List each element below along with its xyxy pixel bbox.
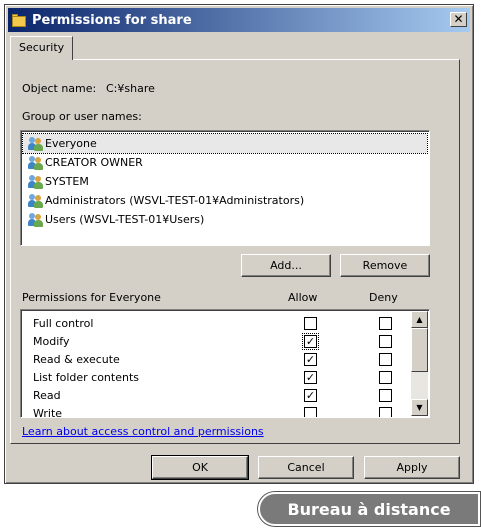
allow-checkbox[interactable]: ✓ [302,333,319,350]
permissions-header: Permissions for Everyone [22,291,161,304]
user-name: SYSTEM [45,175,89,188]
user-name: Administrators (WSVL-TEST-01¥Administrat… [45,194,305,207]
perm-name: Modify [33,335,70,348]
deny-checkbox[interactable] [379,371,392,384]
title-bar[interactable]: Permissions for share ✕ [8,8,470,32]
allow-checkbox[interactable]: ✓ [304,389,317,402]
tab-security[interactable]: Security [10,36,74,60]
permissions-list: Full control Modify ✓ Read & execute ✓ L… [20,309,430,418]
users-icon [28,136,43,151]
deny-checkbox[interactable] [379,317,392,330]
user-name: CREATOR OWNER [45,156,143,169]
perm-name: Full control [33,317,94,330]
user-list[interactable]: Everyone CREATOR OWNER SYSTEM Administra… [20,130,430,246]
user-name: Users (WSVL-TEST-01¥Users) [45,213,205,226]
user-row-administrators[interactable]: Administrators (WSVL-TEST-01¥Administrat… [23,191,427,210]
perm-row-write: Write [21,405,406,418]
user-row-creator-owner[interactable]: CREATOR OWNER [23,153,427,172]
cancel-button[interactable]: Cancel [258,456,354,479]
permissions-scrollbar[interactable]: ▲ ▼ [411,311,428,416]
ok-button[interactable]: OK [151,455,249,480]
deny-checkbox[interactable] [379,335,392,348]
remove-button[interactable]: Remove [340,254,430,277]
users-icon [28,193,43,208]
perm-row-read: Read ✓ [21,387,406,405]
allow-column-label: Allow [288,291,318,304]
user-row-system[interactable]: SYSTEM [23,172,427,191]
allow-checkbox[interactable] [304,407,317,417]
user-row-everyone[interactable]: Everyone [22,133,428,154]
window-title: Permissions for share [32,12,192,28]
perm-row-read-execute: Read & execute ✓ [21,351,406,369]
perm-row-full-control: Full control [21,315,406,333]
access-control-help-link[interactable]: Learn about access control and permissio… [22,425,264,438]
perm-name: Read [33,389,61,402]
allow-checkbox[interactable]: ✓ [304,371,317,384]
perm-name: Write [33,407,63,418]
scroll-down-icon[interactable]: ▼ [411,399,428,416]
allow-checkbox[interactable] [304,317,317,330]
allow-checkbox[interactable]: ✓ [304,353,317,366]
perm-row-list-folder: List folder contents ✓ [21,369,406,387]
user-row-users[interactable]: Users (WSVL-TEST-01¥Users) [23,210,427,229]
deny-checkbox[interactable] [379,389,392,402]
user-name: Everyone [45,137,97,150]
deny-checkbox[interactable] [379,407,392,417]
folder-icon [12,13,26,27]
remote-desktop-badge: Bureau à distance [258,492,480,526]
add-button[interactable]: Add... [241,254,331,277]
object-name-value: C:¥share [106,82,155,95]
perm-name: List folder contents [33,371,139,384]
users-icon [28,212,43,227]
deny-checkbox[interactable] [379,353,392,366]
close-button[interactable]: ✕ [450,12,467,27]
perm-name: Read & execute [33,353,120,366]
scroll-thumb[interactable] [411,328,428,372]
group-users-label: Group or user names: [22,110,142,123]
object-name-label: Object name: [22,82,97,95]
users-icon [28,174,43,189]
deny-column-label: Deny [369,291,398,304]
perm-row-modify: Modify ✓ [21,333,406,351]
scroll-up-icon[interactable]: ▲ [411,311,428,328]
apply-button[interactable]: Apply [364,456,460,479]
users-icon [28,155,43,170]
